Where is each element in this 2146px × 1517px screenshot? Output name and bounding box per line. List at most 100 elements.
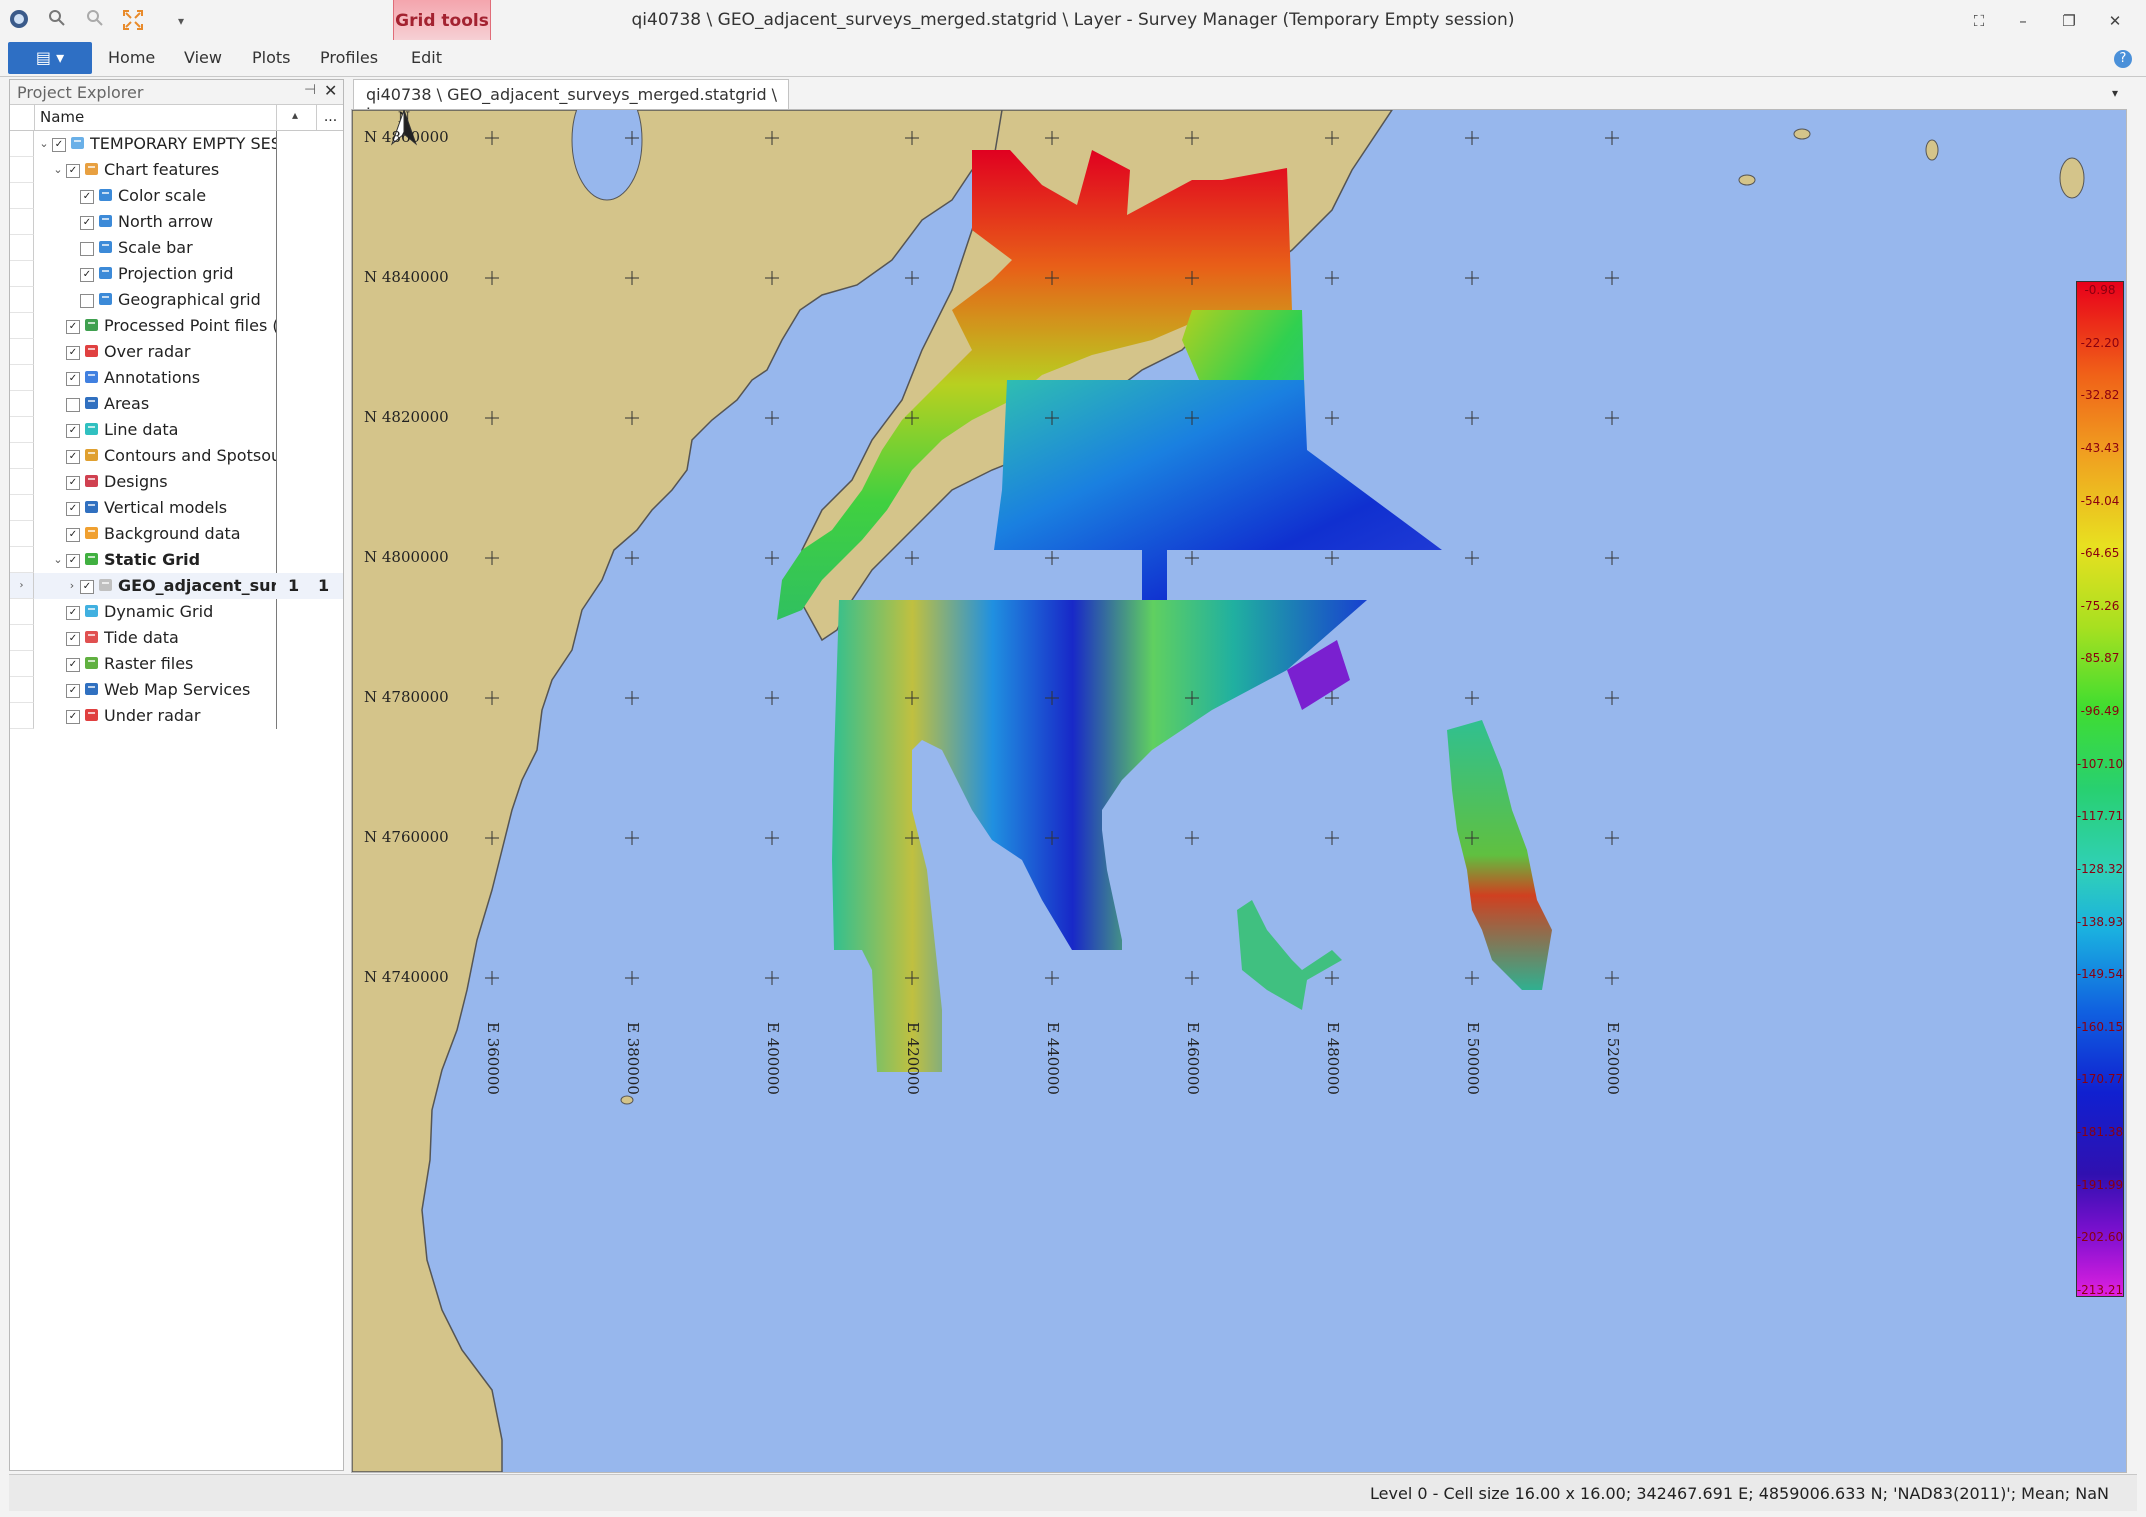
visibility-checkbox[interactable]: ✓ [52, 138, 66, 152]
name-column-header[interactable]: Name [40, 108, 84, 126]
row-indicator[interactable] [10, 599, 34, 625]
visibility-checkbox[interactable]: ✓ [80, 268, 94, 282]
map-view[interactable]: N N 4860000 N 4840000 N 4820000 N 4800000 N … [351, 109, 2127, 1473]
collapse-icon[interactable]: ⌄ [38, 137, 50, 150]
grid-cross [485, 971, 499, 985]
tree-row[interactable]: ✓ Web Map Services [10, 677, 343, 703]
visibility-checkbox[interactable]: ✓ [80, 580, 94, 594]
visibility-checkbox[interactable]: ✓ [80, 216, 94, 230]
help-icon[interactable]: ? [2114, 50, 2132, 68]
close-button[interactable]: ✕ [2098, 8, 2132, 34]
row-indicator[interactable] [10, 365, 34, 391]
row-indicator[interactable] [10, 443, 34, 469]
tree-item-label: Web Map Services [104, 680, 251, 699]
tree-row[interactable]: ✓ Contours and Spotsoundings [10, 443, 343, 469]
tree-row[interactable]: Areas [10, 391, 343, 417]
tree-row[interactable]: ✓ Projection grid [10, 261, 343, 287]
tree-row[interactable]: ✓ Annotations [10, 365, 343, 391]
tree-row[interactable]: ✓ Background data [10, 521, 343, 547]
visibility-checkbox[interactable]: ✓ [66, 528, 80, 542]
tree-row[interactable]: ✓ Dynamic Grid [10, 599, 343, 625]
tree-column-header: Name ▴ ... [10, 105, 343, 131]
visibility-checkbox[interactable]: ✓ [66, 476, 80, 490]
visibility-checkbox[interactable]: ✓ [66, 632, 80, 646]
pin-icon[interactable]: ⊣ [304, 82, 316, 98]
visibility-checkbox[interactable] [66, 398, 80, 412]
row-indicator[interactable] [10, 261, 34, 287]
row-indicator[interactable] [10, 521, 34, 547]
row-indicator[interactable] [10, 703, 34, 729]
tree-row[interactable]: ✓ Raster files [10, 651, 343, 677]
visibility-checkbox[interactable]: ✓ [66, 424, 80, 438]
tab-edit[interactable]: Edit [411, 48, 442, 67]
tree-row[interactable]: ⌄✓ TEMPORARY EMPTY SESSION [10, 131, 343, 157]
document-tab[interactable]: qi40738 \ GEO_adjacent_surveys_merged.st… [353, 79, 789, 123]
tab-profiles[interactable]: Profiles [320, 48, 378, 67]
visibility-checkbox[interactable]: ✓ [66, 554, 80, 568]
visibility-checkbox[interactable]: ✓ [66, 606, 80, 620]
row-indicator[interactable] [10, 339, 34, 365]
row-indicator[interactable] [10, 235, 34, 261]
map-canvas[interactable] [352, 110, 2126, 1472]
row-indicator[interactable] [10, 417, 34, 443]
tree-row[interactable]: ››✓GEO_adjacent_surveys_merged11 [10, 573, 343, 599]
visibility-checkbox[interactable]: ✓ [66, 502, 80, 516]
visibility-checkbox[interactable]: ✓ [80, 190, 94, 204]
collapse-icon[interactable]: ⌄ [52, 163, 64, 176]
row-indicator[interactable] [10, 391, 34, 417]
restore-layout-icon[interactable]: ⛶ [1962, 8, 1996, 34]
tree-row[interactable]: ✓ Color scale [10, 183, 343, 209]
tree-row[interactable]: ⌄ ✓ Chart features [10, 157, 343, 183]
minimize-button[interactable]: – [2006, 8, 2040, 34]
tree-row[interactable]: ✓ Processed Point files (0) [10, 313, 343, 339]
row-indicator[interactable] [10, 625, 34, 651]
row-indicator[interactable] [10, 287, 34, 313]
row-indicator[interactable] [10, 313, 34, 339]
tree-row[interactable]: ✓ Over radar [10, 339, 343, 365]
visibility-checkbox[interactable]: ✓ [66, 372, 80, 386]
row-indicator[interactable] [10, 469, 34, 495]
scale-bar-icon [98, 239, 114, 255]
tree-row[interactable]: Geographical grid [10, 287, 343, 313]
expand-icon[interactable]: › [66, 579, 78, 592]
tree-row[interactable]: ✓ Tide data [10, 625, 343, 651]
tree-row[interactable]: ✓ Designs [10, 469, 343, 495]
visibility-checkbox[interactable]: ✓ [66, 346, 80, 360]
row-indicator[interactable] [10, 495, 34, 521]
visibility-checkbox[interactable]: ✓ [66, 684, 80, 698]
row-indicator[interactable] [10, 547, 34, 573]
visibility-checkbox[interactable] [80, 294, 94, 308]
visibility-checkbox[interactable] [80, 242, 94, 256]
document-list-dropdown-icon[interactable]: ▾ [2112, 86, 2118, 100]
easting-label: E 440000 [1044, 1022, 1062, 1095]
row-indicator[interactable] [10, 651, 34, 677]
visibility-checkbox[interactable]: ✓ [66, 450, 80, 464]
row-indicator[interactable]: › [10, 573, 34, 599]
tree-row[interactable]: ⌄ ✓ Static Grid [10, 547, 343, 573]
visibility-checkbox[interactable]: ✓ [66, 710, 80, 724]
close-panel-icon[interactable]: ✕ [324, 81, 337, 100]
easting-label: E 360000 [484, 1022, 502, 1095]
tree-item-label: Background data [104, 524, 241, 543]
row-indicator[interactable] [10, 183, 34, 209]
tab-plots[interactable]: Plots [252, 48, 291, 67]
tree-row[interactable]: ✓ Vertical models [10, 495, 343, 521]
file-menu-button[interactable]: ▤ ▾ [8, 42, 92, 74]
tab-home[interactable]: Home [108, 48, 155, 67]
row-indicator[interactable] [10, 131, 34, 157]
visibility-checkbox[interactable]: ✓ [66, 320, 80, 334]
row-indicator[interactable] [10, 157, 34, 183]
collapse-icon[interactable]: ⌄ [52, 553, 64, 566]
sort-ascending-icon[interactable]: ▴ [292, 108, 298, 122]
row-indicator[interactable] [10, 677, 34, 703]
more-columns-button[interactable]: ... [316, 105, 344, 130]
tree-row[interactable]: ✓ North arrow [10, 209, 343, 235]
row-indicator[interactable] [10, 209, 34, 235]
tree-row[interactable]: ✓ Line data [10, 417, 343, 443]
maximize-button[interactable]: ❐ [2052, 8, 2086, 34]
tab-view[interactable]: View [184, 48, 222, 67]
visibility-checkbox[interactable]: ✓ [66, 164, 80, 178]
tree-row[interactable]: Scale bar [10, 235, 343, 261]
tree-row[interactable]: ✓ Under radar [10, 703, 343, 729]
visibility-checkbox[interactable]: ✓ [66, 658, 80, 672]
